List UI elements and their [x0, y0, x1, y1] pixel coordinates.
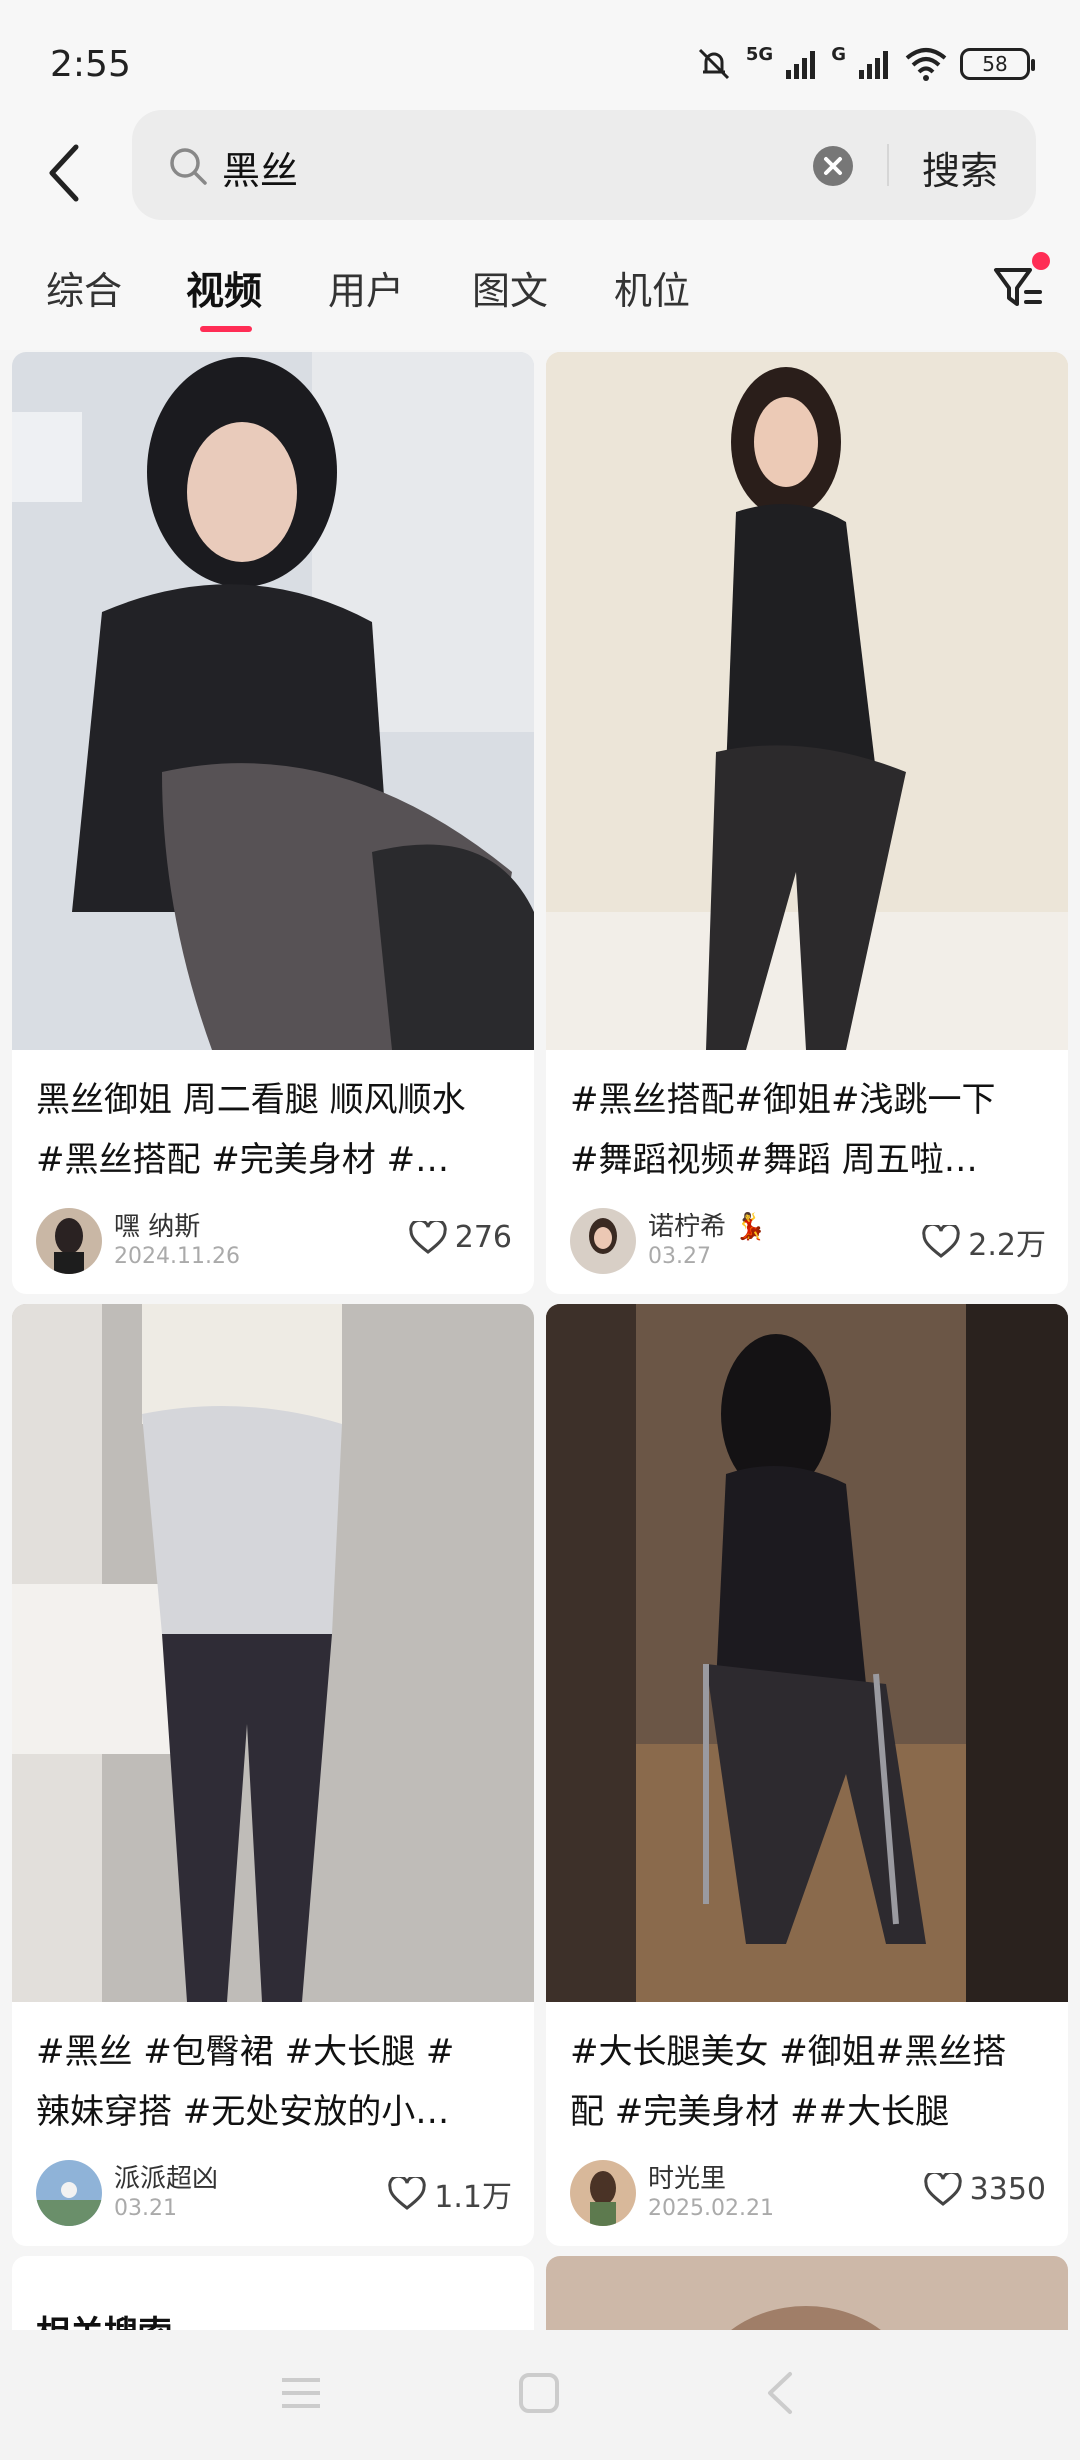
- avatar[interactable]: [36, 1208, 102, 1274]
- signal-icon-2: [859, 51, 888, 79]
- wifi-icon: [905, 48, 947, 81]
- caption-line: #舞蹈视频#舞蹈 周五啦…: [570, 1140, 978, 1180]
- like-count: 2.2万: [968, 1228, 1046, 1263]
- caption-line: #黑丝搭配 #完美身材 #…: [36, 1140, 450, 1180]
- signal-icon: [786, 51, 816, 79]
- search-separator: [887, 144, 889, 186]
- menu-icon[interactable]: [278, 2370, 324, 2416]
- video-thumbnail[interactable]: [546, 1304, 1068, 2002]
- author-name[interactable]: 派派超凶: [114, 2158, 218, 2195]
- filter-badge-dot: [1032, 252, 1050, 270]
- video-caption[interactable]: #黑丝搭配#御姐#浅跳一下 #舞蹈视频#舞蹈 周五啦…: [570, 1070, 1048, 1190]
- caption-line: 辣妹穿搭 #无处安放的小…: [36, 2092, 450, 2132]
- caption-line: #大长腿美女 #御姐#黑丝搭: [570, 2032, 1007, 2072]
- author-name[interactable]: 嘿 纳斯: [114, 1206, 200, 1243]
- back-button[interactable]: [34, 128, 94, 218]
- like-count: 3350: [969, 2172, 1046, 2207]
- tab-camera-position[interactable]: 机位: [614, 260, 690, 315]
- network-5g-label: 5G: [745, 44, 774, 65]
- network-g-label: G: [831, 44, 846, 65]
- tab-image-text[interactable]: 图文: [472, 260, 548, 315]
- like-button[interactable]: 2.2万: [922, 1220, 1046, 1264]
- home-icon[interactable]: [516, 2370, 562, 2416]
- search-button[interactable]: 搜索: [922, 140, 998, 195]
- clear-icon[interactable]: [812, 145, 854, 187]
- filter-button[interactable]: [990, 252, 1050, 318]
- system-nav-bar: [0, 2330, 1080, 2460]
- like-count: 276: [454, 1220, 512, 1255]
- video-card[interactable]: #大长腿美女 #御姐#黑丝搭 配 #完美身材 ##大长腿 时光里 2025.02…: [546, 1304, 1068, 2246]
- author-name[interactable]: 时光里: [648, 2158, 726, 2195]
- like-count: 1.1万: [434, 2180, 512, 2215]
- video-card[interactable]: #黑丝搭配#御姐#浅跳一下 #舞蹈视频#舞蹈 周五啦… 诺柠希 💃 03.27 …: [546, 352, 1068, 1294]
- video-card[interactable]: #黑丝 #包臀裙 #大长腿 # 辣妹穿搭 #无处安放的小… 派派超凶 03.21…: [12, 1304, 534, 2246]
- status-bar: 2:55 5G G 58: [0, 0, 1080, 110]
- caption-line: #黑丝 #包臀裙 #大长腿 #: [36, 2032, 455, 2072]
- heart-icon: [388, 2177, 427, 2210]
- caption-line: 黑丝御姐 周二看腿 顺风顺水: [36, 1080, 466, 1120]
- video-thumbnail[interactable]: [12, 1304, 534, 2002]
- back-arrow-icon: [49, 144, 79, 202]
- heart-icon: [409, 1220, 447, 1254]
- tab-video[interactable]: 视频: [186, 260, 262, 315]
- video-thumbnail[interactable]: [546, 352, 1068, 1050]
- avatar[interactable]: [36, 2160, 102, 2226]
- video-caption[interactable]: #黑丝 #包臀裙 #大长腿 # 辣妹穿搭 #无处安放的小…: [36, 2022, 514, 2142]
- active-tab-indicator: [200, 326, 252, 332]
- post-date: 03.27: [648, 1244, 711, 1269]
- avatar[interactable]: [570, 1208, 636, 1274]
- tab-comprehensive[interactable]: 综合: [46, 260, 122, 315]
- battery-icon: 58: [960, 48, 1035, 80]
- video-caption[interactable]: #大长腿美女 #御姐#黑丝搭 配 #完美身材 ##大长腿: [570, 2022, 1048, 2142]
- post-date: 03.21: [114, 2196, 177, 2221]
- author-name[interactable]: 诺柠希 💃: [648, 1206, 767, 1243]
- heart-icon: [923, 2172, 962, 2206]
- caption-line: 配 #完美身材 ##大长腿: [570, 2092, 950, 2132]
- search-header: 黑丝 搜索: [0, 110, 1080, 230]
- post-date: 2024.11.26: [114, 1244, 240, 1269]
- tab-users[interactable]: 用户: [328, 260, 404, 315]
- battery-level: 58: [982, 52, 1008, 76]
- heart-icon: [922, 1225, 961, 1258]
- video-card[interactable]: 黑丝御姐 周二看腿 顺风顺水 #黑丝搭配 #完美身材 #… 嘿 纳斯 2024.…: [12, 352, 534, 1294]
- result-tabs: 综合 视频 用户 图文 机位: [0, 230, 1080, 350]
- video-thumbnail[interactable]: [12, 352, 534, 1050]
- status-icons: 5G G 58: [694, 44, 1035, 84]
- like-button[interactable]: 1.1万: [388, 2172, 512, 2216]
- like-button[interactable]: 276: [409, 1220, 512, 1255]
- search-query: 黑丝: [222, 149, 299, 193]
- caption-line: #黑丝搭配#御姐#浅跳一下: [570, 1080, 996, 1120]
- search-input[interactable]: 黑丝 搜索: [132, 110, 1036, 220]
- back-nav-icon[interactable]: [758, 2370, 804, 2416]
- search-icon: [170, 148, 207, 185]
- avatar[interactable]: [570, 2160, 636, 2226]
- post-date: 2025.02.21: [648, 2196, 774, 2221]
- status-time: 2:55: [50, 44, 131, 85]
- mute-bell-icon: [698, 48, 729, 80]
- like-button[interactable]: 3350: [923, 2172, 1046, 2207]
- video-caption[interactable]: 黑丝御姐 周二看腿 顺风顺水 #黑丝搭配 #完美身材 #…: [36, 1070, 514, 1190]
